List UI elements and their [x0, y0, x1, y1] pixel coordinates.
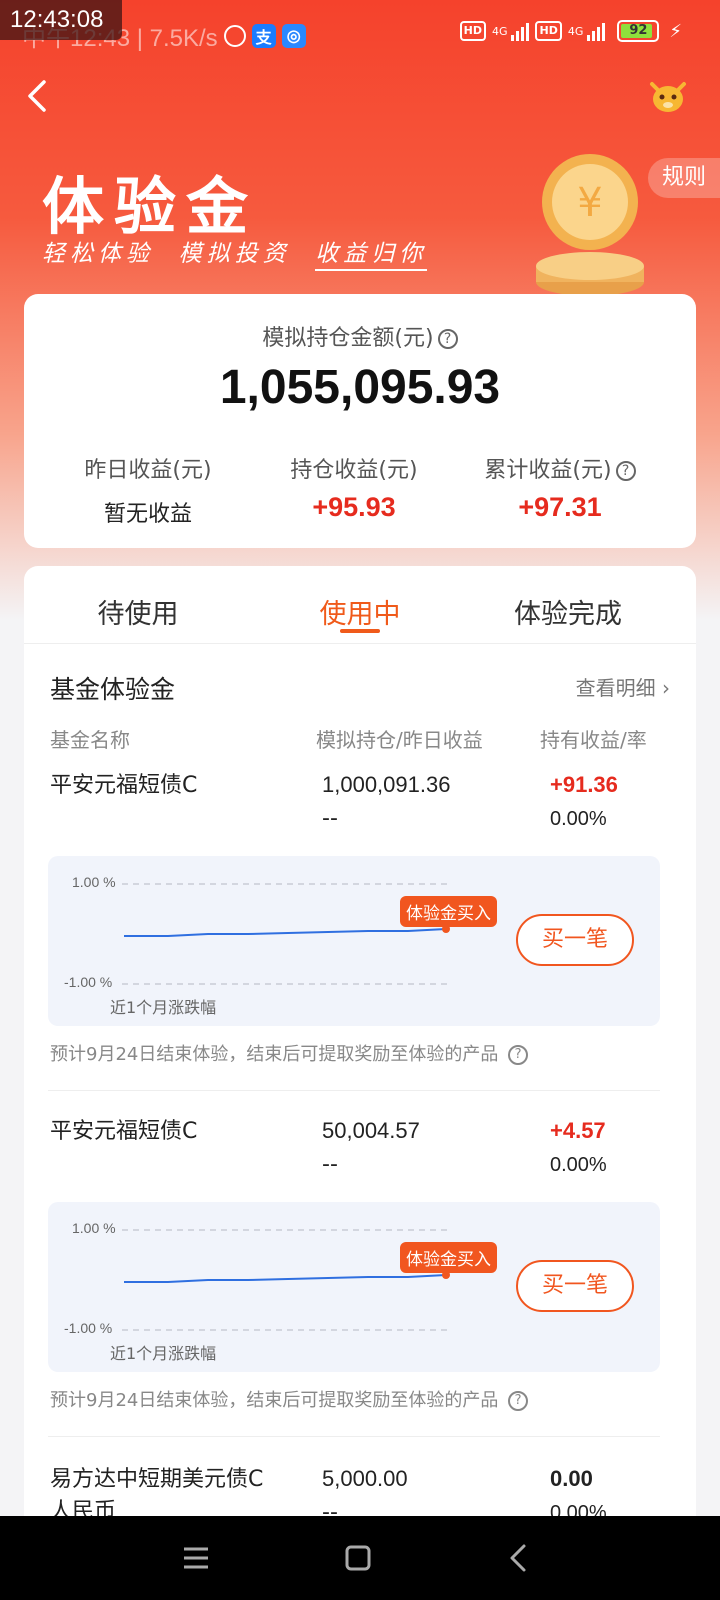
- tab-indicator: [340, 629, 380, 633]
- fund-gain: +4.57: [550, 1118, 606, 1143]
- fund-amount: 1,000,091.36: [322, 772, 451, 797]
- hero-sub-2: 模拟投资: [178, 241, 291, 267]
- buy-tag: 体验金买入: [400, 896, 497, 927]
- stat-label-text: 累计收益(元): [484, 458, 612, 483]
- hd-icon-2: HD: [535, 21, 562, 41]
- fund-gain: 0.00: [550, 1466, 593, 1491]
- coin-icon: ¥: [536, 154, 644, 296]
- question-icon[interactable]: ?: [508, 1391, 529, 1411]
- divider: [48, 1090, 660, 1091]
- system-nav-bar: [0, 1516, 720, 1600]
- view-details-link[interactable]: 查看明细 ›: [576, 672, 670, 701]
- hero-title: 体验金: [42, 170, 259, 243]
- tab-in-use[interactable]: 使用中: [248, 592, 472, 631]
- summary-label: 模拟持仓金额(元)?: [24, 320, 696, 352]
- column-header-holding: 模拟持仓/昨日收益: [316, 728, 483, 752]
- battery-level: 92: [629, 23, 648, 38]
- fund-yesterday: --: [322, 806, 338, 831]
- fund-name[interactable]: 平安元福短债C: [50, 1116, 197, 1148]
- fund-amount: 5,000.00: [322, 1466, 408, 1491]
- alarm-icon: [223, 24, 246, 47]
- signal-icon: [511, 21, 530, 41]
- fund-note: 预计9月24日结束体验，结束后可提取奖励至体验的产品 ?: [50, 1040, 529, 1066]
- chart-caption: 近1个月涨跌幅: [110, 1344, 217, 1363]
- fund-yesterday: --: [322, 1152, 338, 1177]
- coin-symbol: ¥: [577, 180, 602, 226]
- hd-icon: HD: [459, 21, 486, 41]
- column-header-name: 基金名称: [50, 728, 130, 752]
- charging-icon: ⚡: [669, 20, 682, 42]
- buy-button[interactable]: 买一笔: [516, 1260, 634, 1312]
- fund-name[interactable]: 平安元福短债C: [50, 770, 197, 802]
- chart-line: [124, 1274, 447, 1283]
- divider: [48, 1436, 660, 1437]
- question-icon[interactable]: ?: [437, 329, 458, 349]
- tab-pending[interactable]: 待使用: [26, 592, 250, 631]
- fund-chart: 1.00 % -1.00 % 近1个月涨跌幅 体验金买入 买一笔: [48, 856, 660, 1026]
- note-text: 预计9月24日结束体验，结束后可提取奖励至体验的产品: [50, 1390, 499, 1411]
- fund-chart: 1.00 % -1.00 % 近1个月涨跌幅 体验金买入 买一笔: [48, 1202, 660, 1372]
- stat-yesterday: 昨日收益(元) 暂无收益: [48, 452, 248, 528]
- network-type: 4G: [491, 24, 508, 38]
- chart-caption: 近1个月涨跌幅: [110, 998, 217, 1017]
- stat-value: 暂无收益: [103, 502, 192, 527]
- note-text: 预计9月24日结束体验，结束后可提取奖励至体验的产品: [50, 1044, 499, 1065]
- network-type-2: 4G: [567, 24, 584, 38]
- buy-tag: 体验金买入: [400, 1242, 497, 1273]
- fund-gain: +91.36: [550, 772, 618, 797]
- stat-label: 持仓收益(元): [290, 458, 418, 483]
- nav-back-icon[interactable]: [500, 1540, 536, 1576]
- summary-card: 模拟持仓金额(元)? 1,055,095.93 昨日收益(元) 暂无收益 持仓收…: [24, 294, 696, 548]
- clock-overlay: 12:43:08: [0, 0, 122, 40]
- home-icon[interactable]: [340, 1540, 376, 1576]
- stat-label: 昨日收益(元): [84, 458, 212, 483]
- stat-label: 累计收益(元)?: [460, 452, 660, 484]
- tick-label-bottom: -1.00 %: [64, 974, 113, 990]
- stat-cumulative: 累计收益(元)? +97.31: [460, 452, 660, 523]
- stat-holding: 持仓收益(元) +95.93: [254, 452, 454, 523]
- battery-icon: 92: [617, 20, 660, 42]
- tick-label-bottom: -1.00 %: [64, 1320, 113, 1336]
- mascot-icon[interactable]: [648, 78, 688, 114]
- tab-bar: 待使用 使用中 体验完成: [24, 566, 696, 644]
- alipay-icon: 支: [251, 23, 276, 48]
- question-icon[interactable]: ?: [615, 461, 636, 481]
- tick-label-top: 1.00 %: [72, 1220, 116, 1236]
- buy-button[interactable]: 买一笔: [516, 914, 634, 966]
- fund-amount: 50,004.57: [322, 1118, 420, 1143]
- hero-sub-1: 轻松体验: [42, 241, 154, 267]
- chart-line: [124, 928, 447, 937]
- summary-label-text: 模拟持仓金额(元): [262, 326, 434, 351]
- tick-label-top: 1.00 %: [72, 874, 116, 890]
- fund-name-line1: 易方达中短期美元债C: [50, 1467, 264, 1492]
- fund-list-card: 待使用 使用中 体验完成 基金体验金 查看明细 › 基金名称 模拟持仓/昨日收益…: [24, 566, 696, 1600]
- status-bar: 中午12:43 | 7.5K/s 支 ◎ 12:43:08 HD 4G HD 4…: [0, 0, 720, 64]
- status-right: HD 4G HD 4G 92 ⚡: [459, 20, 682, 42]
- message-icon: ◎: [281, 23, 306, 48]
- rules-button[interactable]: 规则: [648, 158, 720, 198]
- signal-icon-2: [587, 21, 606, 41]
- column-header-return: 持有收益/率: [540, 728, 647, 752]
- summary-amount: 1,055,095.93: [219, 361, 501, 414]
- stat-value: +97.31: [518, 492, 602, 522]
- section-title: 基金体验金: [50, 675, 176, 704]
- menu-icon[interactable]: [178, 1540, 214, 1576]
- question-icon[interactable]: ?: [508, 1045, 529, 1065]
- fund-rate: 0.00%: [550, 1154, 607, 1176]
- fund-rate: 0.00%: [550, 808, 607, 830]
- stat-value: +95.93: [312, 492, 396, 522]
- fund-note: 预计9月24日结束体验，结束后可提取奖励至体验的产品 ?: [50, 1386, 529, 1412]
- hero-subtitle: 轻松体验 模拟投资 收益归你: [42, 234, 428, 271]
- hero-sub-3: 收益归你: [315, 241, 428, 271]
- back-icon[interactable]: [18, 76, 58, 116]
- tab-completed[interactable]: 体验完成: [456, 592, 680, 631]
